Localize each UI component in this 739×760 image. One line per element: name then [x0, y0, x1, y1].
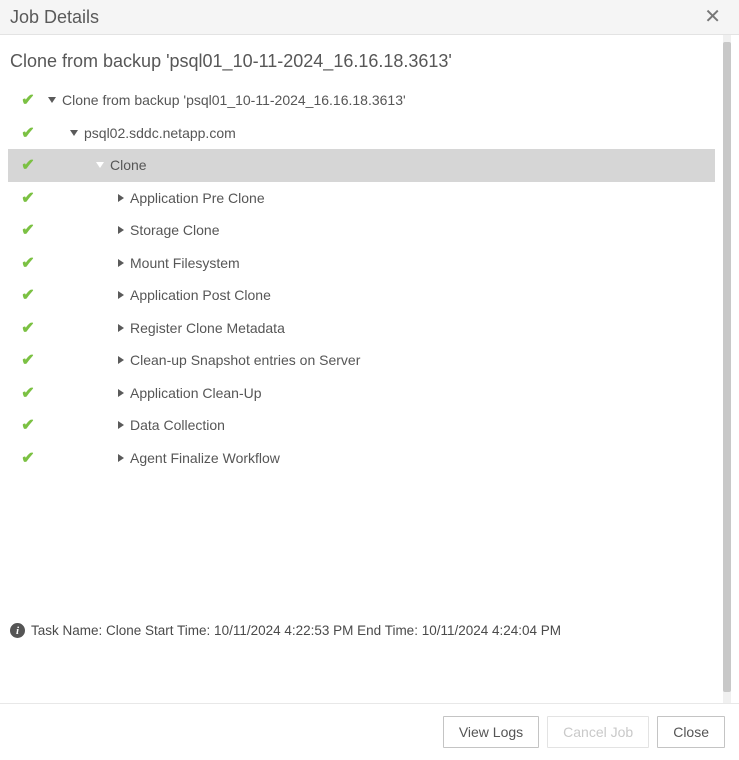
- tree-row[interactable]: ✔ Application Clean-Up: [8, 377, 715, 410]
- status-cell: ✔: [8, 448, 48, 468]
- success-check-icon: ✔: [21, 155, 34, 175]
- tree-row[interactable]: ✔ Agent Finalize Workflow: [8, 442, 715, 475]
- tree-row[interactable]: ✔ Mount Filesystem: [8, 247, 715, 280]
- caret-right-icon[interactable]: [118, 194, 124, 202]
- close-icon[interactable]: ✕: [700, 5, 725, 29]
- tree-label[interactable]: Clone from backup 'psql01_10-11-2024_16.…: [48, 92, 406, 108]
- tree-label[interactable]: Clone: [48, 157, 147, 173]
- tree-row[interactable]: ✔ Data Collection: [8, 409, 715, 442]
- status-cell: ✔: [8, 220, 48, 240]
- success-check-icon: ✔: [21, 90, 34, 110]
- tree-label[interactable]: Data Collection: [48, 417, 225, 433]
- tree-row[interactable]: ✔ psql02.sddc.netapp.com: [8, 117, 715, 150]
- success-check-icon: ✔: [21, 448, 34, 468]
- success-check-icon: ✔: [21, 318, 34, 338]
- caret-right-icon[interactable]: [118, 259, 124, 267]
- tree-label[interactable]: Application Post Clone: [48, 287, 271, 303]
- success-check-icon: ✔: [21, 350, 34, 370]
- caret-right-icon[interactable]: [118, 421, 124, 429]
- title-bar: Job Details ✕: [0, 0, 739, 35]
- button-bar: View Logs Cancel Job Close: [0, 703, 739, 760]
- tree-row[interactable]: ✔ Clean-up Snapshot entries on Server: [8, 344, 715, 377]
- success-check-icon: ✔: [21, 285, 34, 305]
- status-cell: ✔: [8, 318, 48, 338]
- caret-right-icon[interactable]: [118, 356, 124, 364]
- info-icon: i: [10, 623, 25, 638]
- task-status-text: Task Name: Clone Start Time: 10/11/2024 …: [31, 623, 561, 638]
- success-check-icon: ✔: [21, 253, 34, 273]
- tree-row[interactable]: ✔ Register Clone Metadata: [8, 312, 715, 345]
- caret-right-icon[interactable]: [118, 226, 124, 234]
- caret-down-icon[interactable]: [96, 162, 104, 168]
- caret-right-icon[interactable]: [118, 291, 124, 299]
- tree-node-text: Storage Clone: [130, 222, 220, 238]
- tree-node-text: Mount Filesystem: [130, 255, 240, 271]
- tree-node-text: Register Clone Metadata: [130, 320, 285, 336]
- tree-node-text: Clone: [110, 157, 147, 173]
- status-cell: ✔: [8, 415, 48, 435]
- status-cell: ✔: [8, 383, 48, 403]
- status-cell: ✔: [8, 253, 48, 273]
- status-cell: ✔: [8, 90, 48, 110]
- tree-node-text: Application Post Clone: [130, 287, 271, 303]
- tree-node-text: Data Collection: [130, 417, 225, 433]
- status-cell: ✔: [8, 155, 48, 175]
- tree-label[interactable]: Storage Clone: [48, 222, 220, 238]
- success-check-icon: ✔: [21, 220, 34, 240]
- caret-right-icon[interactable]: [118, 454, 124, 462]
- tree-row[interactable]: ✔ Storage Clone: [8, 214, 715, 247]
- view-logs-button[interactable]: View Logs: [443, 716, 539, 748]
- tree-node-text: Agent Finalize Workflow: [130, 450, 280, 466]
- tree-node-text: Clone from backup 'psql01_10-11-2024_16.…: [62, 92, 406, 108]
- success-check-icon: ✔: [21, 188, 34, 208]
- status-cell: ✔: [8, 285, 48, 305]
- tree-label[interactable]: Clean-up Snapshot entries on Server: [48, 352, 360, 368]
- job-tree: ✔ Clone from backup 'psql01_10-11-2024_16…: [0, 84, 731, 474]
- success-check-icon: ✔: [21, 123, 34, 143]
- tree-node-text: Clean-up Snapshot entries on Server: [130, 352, 360, 368]
- close-button[interactable]: Close: [657, 716, 725, 748]
- tree-label[interactable]: Application Pre Clone: [48, 190, 265, 206]
- tree-label[interactable]: Application Clean-Up: [48, 385, 262, 401]
- tree-node-text: Application Clean-Up: [130, 385, 262, 401]
- tree-row[interactable]: ✔ Application Pre Clone: [8, 182, 715, 215]
- tree-label[interactable]: Register Clone Metadata: [48, 320, 285, 336]
- tree-label[interactable]: Mount Filesystem: [48, 255, 240, 271]
- tree-row[interactable]: ✔ Clone from backup 'psql01_10-11-2024_16…: [8, 84, 715, 117]
- status-cell: ✔: [8, 123, 48, 143]
- job-subtitle: Clone from backup 'psql01_10-11-2024_16.…: [0, 35, 731, 84]
- scrollbar-track[interactable]: [723, 35, 731, 706]
- tree-label[interactable]: Agent Finalize Workflow: [48, 450, 280, 466]
- dialog-title: Job Details: [10, 7, 99, 28]
- tree-label[interactable]: psql02.sddc.netapp.com: [48, 125, 236, 141]
- status-cell: ✔: [8, 350, 48, 370]
- scrollbar-thumb[interactable]: [723, 42, 731, 692]
- caret-right-icon[interactable]: [118, 324, 124, 332]
- caret-down-icon[interactable]: [70, 130, 78, 136]
- tree-row[interactable]: ✔ Application Post Clone: [8, 279, 715, 312]
- caret-down-icon[interactable]: [48, 97, 56, 103]
- tree-row[interactable]: ✔ Clone: [8, 149, 715, 182]
- cancel-job-button: Cancel Job: [547, 716, 649, 748]
- dialog-body: Clone from backup 'psql01_10-11-2024_16.…: [0, 35, 739, 706]
- tree-node-text: Application Pre Clone: [130, 190, 265, 206]
- caret-right-icon[interactable]: [118, 389, 124, 397]
- task-status-line: i Task Name: Clone Start Time: 10/11/202…: [0, 617, 731, 644]
- success-check-icon: ✔: [21, 415, 34, 435]
- success-check-icon: ✔: [21, 383, 34, 403]
- tree-node-text: psql02.sddc.netapp.com: [84, 125, 236, 141]
- status-cell: ✔: [8, 188, 48, 208]
